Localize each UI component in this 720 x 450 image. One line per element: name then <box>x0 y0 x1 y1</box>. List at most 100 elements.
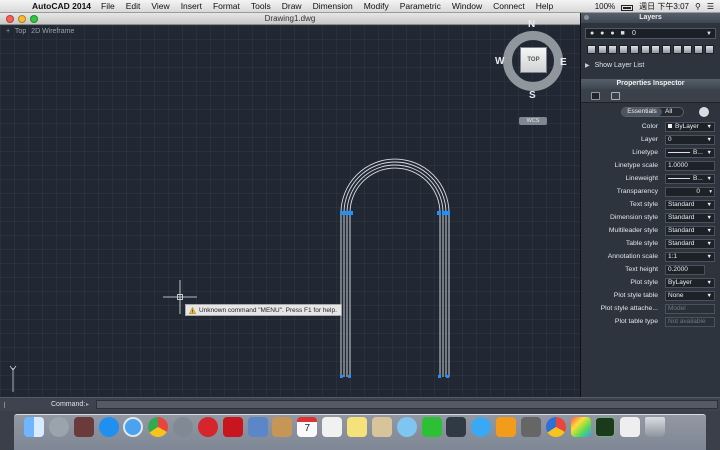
calendar-icon[interactable]: 7 <box>297 417 318 437</box>
layer-tool-icon[interactable] <box>704 44 714 54</box>
chevron-down-icon: ▼ <box>706 241 712 247</box>
compass-app-icon[interactable] <box>173 417 194 437</box>
color-select[interactable]: ByLayer ▼ <box>665 122 715 132</box>
layer-toolbar <box>587 43 714 55</box>
wcs-menu[interactable]: WCS <box>519 117 547 125</box>
plot-style-table-select[interactable]: None ▼ <box>665 291 715 301</box>
command-input[interactable] <box>96 400 718 409</box>
compass-east[interactable]: E <box>560 57 567 68</box>
prop-linetype-scale: Linetype scale 1.0000 <box>581 160 720 173</box>
chevron-down-icon: ▼ <box>706 293 712 299</box>
compass-north[interactable]: N <box>528 19 535 30</box>
tab-essentials[interactable]: Essentials <box>622 108 662 116</box>
color-app-icon[interactable] <box>570 417 591 437</box>
command-line-grip[interactable] <box>4 402 10 408</box>
chrome-canary-icon[interactable] <box>545 417 566 437</box>
opera-icon[interactable] <box>197 417 218 437</box>
stickies-icon[interactable] <box>346 417 367 437</box>
command-line-bar: Command: ▸ <box>0 397 720 411</box>
text-style-select[interactable]: Standard ▼ <box>665 200 715 210</box>
layer-tool-icon[interactable] <box>629 44 639 54</box>
grip[interactable] <box>345 211 349 215</box>
grip[interactable] <box>348 375 351 378</box>
finder-icon[interactable] <box>24 417 44 437</box>
annotation-scale-select[interactable]: 1:1 ▼ <box>665 252 715 262</box>
downloads-stack-icon[interactable] <box>620 417 641 437</box>
prop-lineweight: Lineweight B... ▼ <box>581 173 720 186</box>
view-cube-top-face[interactable]: TOP <box>520 47 547 73</box>
transparency-input[interactable]: 0 ▾ <box>665 187 715 197</box>
layer-tool-icon[interactable] <box>683 44 693 54</box>
layer-tool-icon[interactable] <box>694 44 704 54</box>
show-layer-list-toggle[interactable]: ▶ Show Layer List <box>585 62 720 72</box>
palette-close-button[interactable] <box>584 15 589 20</box>
linetype-scale-input[interactable]: 1.0000 <box>665 161 715 171</box>
dock-icons: 7 <box>24 417 704 443</box>
safari-icon[interactable] <box>123 417 144 437</box>
new-layer-icon[interactable] <box>587 44 596 54</box>
preview-icon[interactable] <box>247 417 268 437</box>
grip[interactable] <box>340 375 343 378</box>
chevron-down-icon: ▼ <box>706 137 712 143</box>
camera-icon[interactable] <box>446 417 467 437</box>
chevron-down-icon: ▼ <box>706 202 712 208</box>
compass-west[interactable]: W <box>495 56 504 67</box>
prop-annotation-scale: Annotation scale 1:1 ▼ <box>581 251 720 264</box>
pick-object-icon[interactable] <box>699 107 709 117</box>
object-type-icon[interactable] <box>591 92 600 100</box>
textedit-icon[interactable] <box>322 417 343 437</box>
contacts-icon[interactable] <box>272 417 293 437</box>
command-history-icon[interactable]: ▸ <box>86 401 89 408</box>
grip[interactable] <box>438 375 441 378</box>
grip[interactable] <box>446 211 450 215</box>
selection-grips[interactable] <box>340 211 450 378</box>
lineweight-select[interactable]: B... ▼ <box>665 174 715 184</box>
view-cube[interactable]: TOP N S W E <box>495 19 569 101</box>
color-swatch-icon <box>668 124 672 129</box>
autocad-icon[interactable] <box>222 417 243 437</box>
photo-booth-icon[interactable] <box>73 417 94 437</box>
multileader-style-select[interactable]: Standard ▼ <box>665 226 715 236</box>
mail-photo-icon[interactable] <box>371 417 392 437</box>
transparency-menu-icon[interactable]: ▾ <box>709 188 712 196</box>
layer-tool-icon[interactable] <box>597 44 607 54</box>
grip[interactable] <box>446 375 449 378</box>
layer-tool-icon[interactable] <box>651 44 661 54</box>
layer-tool-icon[interactable] <box>662 44 672 54</box>
grip[interactable] <box>349 211 353 215</box>
plot-style-attached-value: Model <box>665 304 715 314</box>
dimension-style-select[interactable]: Standard ▼ <box>665 213 715 223</box>
text-height-input[interactable]: 0.2000 <box>665 265 705 275</box>
line-icon[interactable] <box>421 417 442 437</box>
photo-app-icon[interactable] <box>520 417 541 437</box>
layers-palette-header: Layers <box>581 13 720 23</box>
layer-tool-icon[interactable] <box>619 44 629 54</box>
launchpad-icon[interactable] <box>48 417 69 437</box>
table-style-select[interactable]: Standard ▼ <box>665 239 715 249</box>
linetype-preview <box>668 151 690 153</box>
prop-plot-style-table: Plot style table None ▼ <box>581 290 720 303</box>
layer-tool-icon[interactable] <box>640 44 650 54</box>
chrome-icon[interactable] <box>148 417 169 437</box>
arch-shape[interactable] <box>340 158 450 377</box>
trash-icon[interactable] <box>645 417 666 437</box>
linetype-select[interactable]: B... ▼ <box>665 148 715 158</box>
tab-all[interactable]: All <box>665 108 672 116</box>
messages-icon[interactable] <box>396 417 417 437</box>
terminal-icon[interactable] <box>595 417 616 437</box>
properties-list: Color ByLayer ▼ Layer 0 ▼ Linetype B... ▼ L… <box>581 121 720 329</box>
grip[interactable] <box>442 211 446 215</box>
compass-south[interactable]: S <box>529 90 536 101</box>
ibooks-icon[interactable] <box>496 417 517 437</box>
itunes-icon[interactable] <box>471 417 492 437</box>
layer-tool-icon[interactable] <box>608 44 618 54</box>
grip[interactable] <box>437 211 441 215</box>
layer-tool-icon[interactable] <box>672 44 682 54</box>
quick-select-icon[interactable] <box>611 92 620 100</box>
layer-select[interactable]: 0 ▼ <box>665 135 715 145</box>
layers-title: Layers <box>639 14 662 21</box>
grip[interactable] <box>340 211 344 215</box>
current-layer-dropdown[interactable]: ● ● ● ■ 0 ▼ <box>585 28 716 39</box>
app-store-icon[interactable] <box>98 417 119 437</box>
plot-style-select[interactable]: ByLayer ▼ <box>665 278 715 288</box>
